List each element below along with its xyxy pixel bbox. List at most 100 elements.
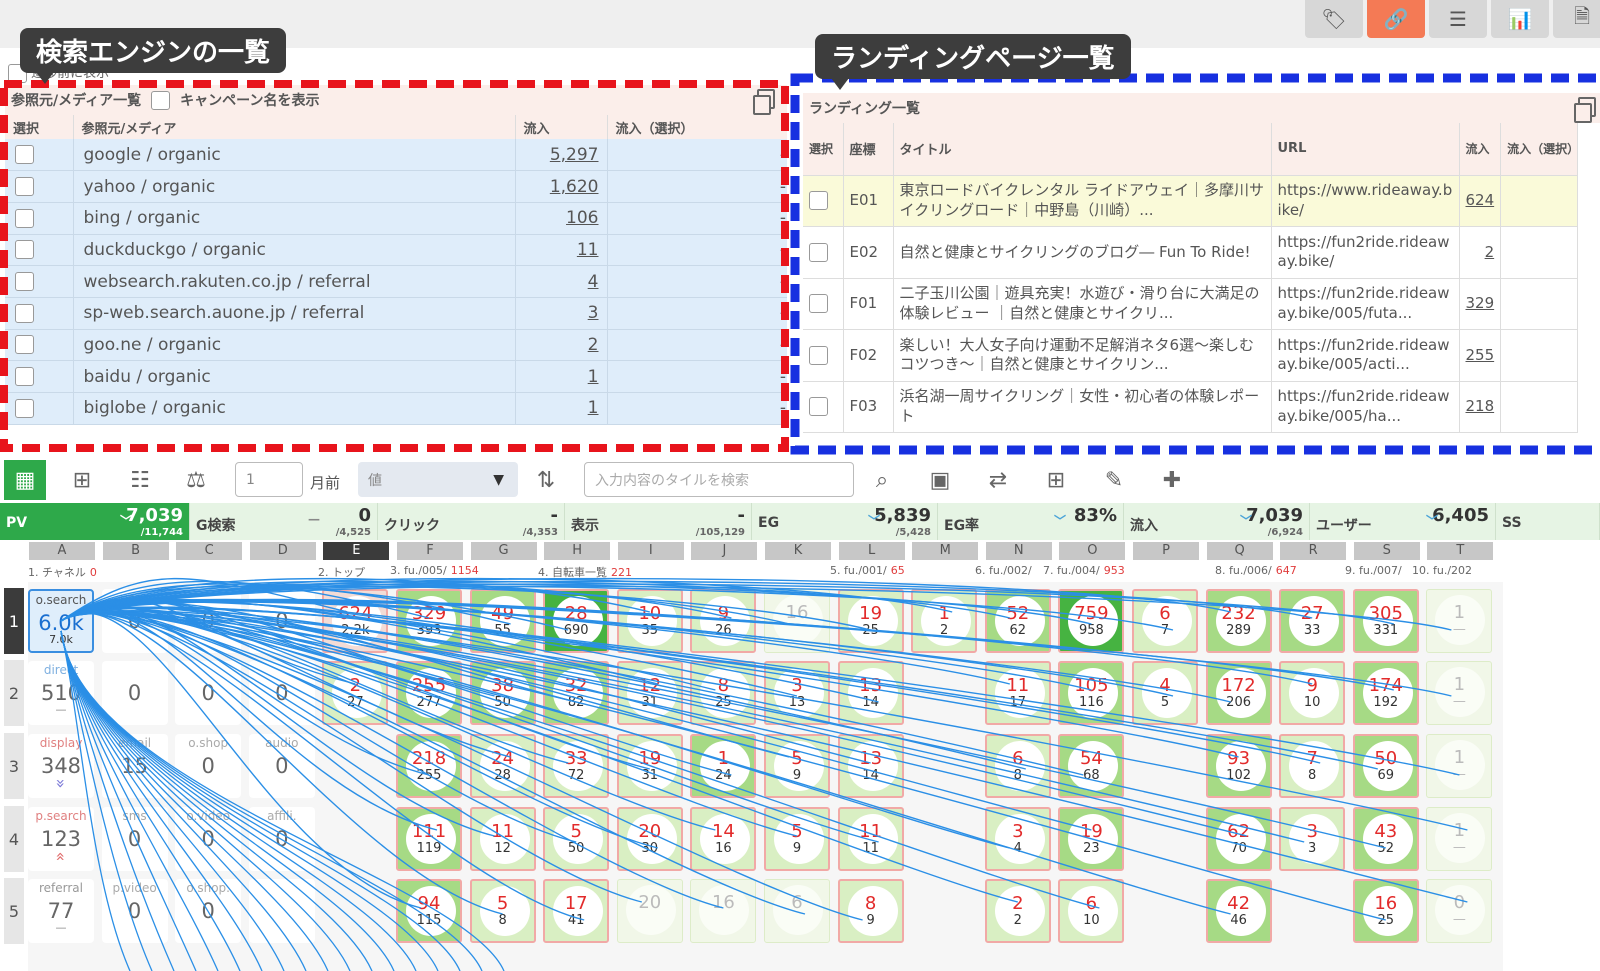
data-tile[interactable]: 68 (984, 734, 1051, 798)
table-row[interactable]: sp-web.search.auone.jp / referral 3- (5, 297, 787, 330)
data-tile[interactable]: 32 82 (543, 661, 610, 725)
data-tile[interactable]: 12 (911, 589, 978, 653)
data-tile[interactable]: 13 14 (837, 734, 904, 798)
inflow-value[interactable]: 5,297 (515, 139, 608, 172)
data-tile[interactable]: 172 206 (1205, 661, 1272, 725)
column-header-G[interactable]: G (470, 542, 537, 560)
data-tile[interactable]: 11 12 (469, 807, 536, 871)
metric-1[interactable]: G検索 0/4,525 — (190, 503, 378, 540)
campaign-checkbox[interactable] (151, 90, 171, 110)
data-tile[interactable]: 67 (1132, 589, 1198, 653)
data-tile[interactable]: 19 25 (837, 589, 904, 653)
table-row[interactable]: biglobe / organic 1- (5, 392, 787, 425)
data-tile[interactable]: 58 (469, 879, 536, 943)
channel-cell[interactable]: o.shop. 0 (175, 879, 242, 943)
data-tile[interactable]: 27 33 (1279, 589, 1346, 653)
sort-icon[interactable]: ⇅ (528, 462, 564, 498)
data-tile[interactable]: 9 10 (1279, 661, 1346, 725)
data-tile[interactable]: 94 115 (396, 879, 462, 943)
copy-icon[interactable] (753, 89, 775, 115)
inflow-value[interactable]: 4 (515, 265, 608, 298)
inflow-value[interactable]: 624 (1459, 175, 1502, 227)
swap-icon[interactable]: ⇄ (980, 462, 1016, 498)
data-tile[interactable]: 93 102 (1205, 734, 1272, 798)
table-row[interactable]: baidu / organic 1- (5, 360, 787, 393)
data-tile[interactable]: 78 (1279, 734, 1346, 798)
channel-cell[interactable] (248, 879, 315, 943)
column-header-N[interactable]: N (985, 542, 1052, 560)
edit-icon[interactable]: ✎ (1096, 462, 1132, 498)
metric-8[interactable]: SS (1496, 503, 1600, 540)
row-header-1[interactable]: 1 (4, 588, 24, 654)
table-row[interactable]: goo.ne / organic 2- (5, 329, 787, 362)
row-checkbox[interactable] (809, 242, 828, 262)
inflow-value[interactable]: 11 (515, 234, 608, 267)
col-inflow-selected[interactable]: 流入（選択） (1500, 123, 1579, 176)
column-header-C[interactable]: C (176, 542, 243, 560)
row-checkbox[interactable] (15, 398, 34, 418)
data-tile[interactable]: 305 331 (1352, 589, 1419, 653)
data-tile[interactable]: 43 52 (1352, 807, 1419, 871)
data-tile[interactable]: 16 25 (1352, 879, 1419, 943)
data-tile[interactable]: 3 13 (764, 661, 830, 725)
chevron-down-icon[interactable]: ﹀ (868, 512, 880, 529)
data-tile[interactable]: 624 2.2k (322, 589, 389, 653)
metric-2[interactable]: クリック -/4,353 (378, 503, 565, 540)
data-tile[interactable]: 1— (1426, 661, 1493, 725)
channel-cell[interactable]: o.search 6.0k 7.0k (28, 589, 94, 653)
column-header-K[interactable]: K (765, 542, 831, 560)
row-checkbox[interactable] (809, 191, 828, 210)
column-header-M[interactable]: M (912, 542, 979, 560)
data-tile[interactable]: 28 690 (543, 589, 610, 653)
channel-cell[interactable]: display 348» (28, 734, 94, 798)
column-header-O[interactable]: O (1059, 542, 1126, 560)
data-tile[interactable]: 14 16 (690, 807, 757, 871)
metric-4[interactable]: EG 5,839/5,428 ﹀ (752, 503, 938, 540)
table-row[interactable]: bing / organic 106- (5, 202, 787, 235)
column-header-J[interactable]: J (691, 542, 758, 560)
table-row[interactable]: F01 二子玉川公園｜遊具充実！水遊び・滑り台に大満足の体験レビュー ｜自然と健康… (803, 278, 1578, 330)
channel-cell[interactable]: o.video 0 (175, 807, 242, 871)
row-checkbox[interactable] (15, 303, 34, 323)
report-icon[interactable]: 🗎 (1553, 0, 1600, 38)
list-icon[interactable]: ☰ (1429, 0, 1487, 38)
data-tile[interactable]: 89 (837, 879, 904, 943)
channel-cell[interactable]: p.search 123 « (28, 807, 94, 871)
table-row[interactable]: google / organic 5,297- (5, 139, 787, 172)
metric-5[interactable]: EG率 83% ﹀ (938, 503, 1124, 540)
inflow-value[interactable]: 3 (515, 297, 608, 330)
data-tile[interactable]: 1— (1426, 734, 1493, 798)
data-tile[interactable]: 13 14 (837, 661, 904, 725)
channel-cell[interactable]: 0 (175, 661, 242, 725)
column-header-I[interactable]: I (617, 542, 684, 560)
data-tile[interactable]: 62 70 (1205, 807, 1272, 871)
data-tile[interactable]: 232 289 (1205, 589, 1272, 653)
inflow-value[interactable]: 2 (515, 329, 608, 362)
tile-search-input[interactable]: 入力内容のタイルを検索 (584, 462, 854, 497)
row-header-5[interactable]: 5 (4, 878, 24, 944)
month-input[interactable]: 1 (235, 462, 303, 497)
channel-cell[interactable]: email 15 (101, 734, 168, 798)
data-tile[interactable]: 329 393 (396, 589, 462, 653)
data-tile[interactable]: 6 (764, 879, 830, 943)
data-tile[interactable]: 218 255 (396, 734, 462, 798)
data-tile[interactable]: 759 958 (1058, 589, 1125, 653)
inflow-value[interactable]: 1,620 (515, 170, 608, 203)
row-header-4[interactable]: 4 (4, 806, 24, 872)
row-checkbox[interactable] (809, 345, 828, 365)
metric-6[interactable]: 流入 7,039/6,924 ﹀ (1124, 503, 1310, 540)
inflow-value[interactable]: 1 (515, 360, 608, 393)
inflow-value[interactable]: 2 (1459, 226, 1502, 279)
table-row[interactable]: duckduckgo / organic 11- (5, 234, 787, 267)
column-header-E[interactable]: E (323, 542, 390, 560)
column-header-F[interactable]: F (397, 542, 463, 560)
balance-icon[interactable]: ⚖ (178, 462, 214, 498)
inflow-value[interactable]: 218 (1459, 381, 1502, 433)
chevron-down-icon[interactable]: ﹀ (120, 512, 132, 529)
table-row[interactable]: F03 浜名湖一周サイクリング｜女性・初心者の体験レポート https://fun2… (803, 381, 1578, 433)
copy-icon[interactable] (1574, 97, 1596, 123)
data-tile[interactable]: 16 (764, 589, 830, 653)
data-tile[interactable]: 38 50 (469, 661, 536, 725)
channel-cell[interactable]: p.video 0 (101, 879, 168, 943)
value-select[interactable]: 値 ▼ (358, 462, 518, 497)
